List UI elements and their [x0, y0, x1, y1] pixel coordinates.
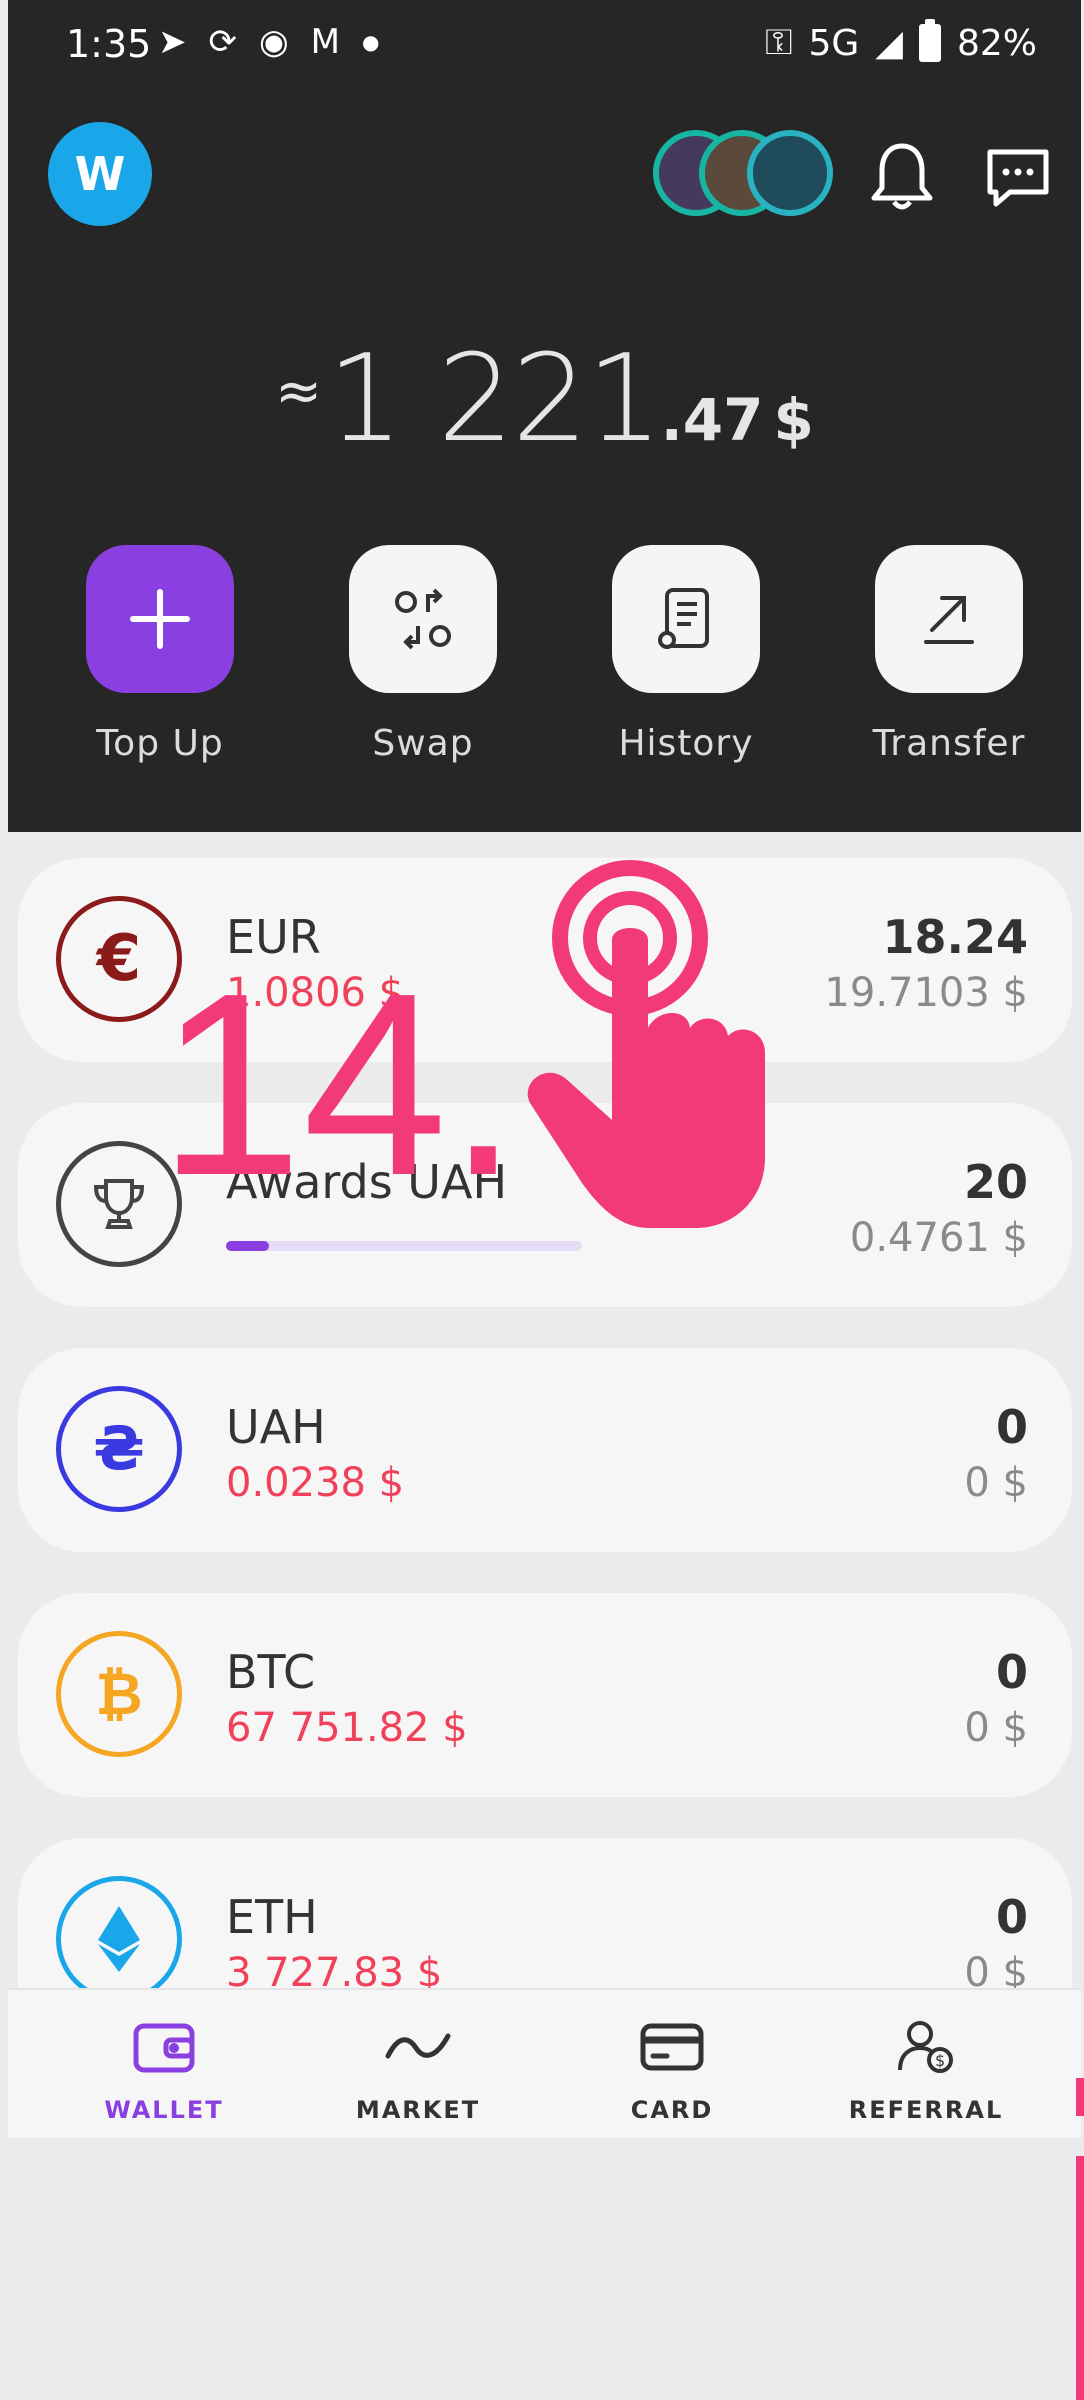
- hryvnia-icon: ₴: [56, 1386, 182, 1512]
- asset-usd-value: 0 $: [964, 1460, 1028, 1506]
- asset-row-btc[interactable]: ₿ BTC 67 751.82 $ 0 0 $: [18, 1593, 1072, 1797]
- balance-currency: $: [773, 386, 814, 454]
- wallet-icon: [133, 2023, 195, 2073]
- swap-label: Swap: [372, 723, 474, 764]
- nav-label: WALLET: [104, 2096, 224, 2124]
- vpn-key-icon: ⚿: [765, 22, 793, 63]
- asset-name: BTC: [226, 1645, 316, 1699]
- dot-icon: ●: [362, 30, 380, 54]
- overlay-edge-mark: [1076, 2078, 1084, 2116]
- plus-icon: [86, 545, 234, 693]
- top-up-label: Top Up: [96, 723, 224, 764]
- asset-row-eth[interactable]: ETH 3 727.83 $ 0 0 $: [18, 1838, 1072, 1988]
- history-icon: [612, 545, 760, 693]
- asset-price: 67 751.82 $: [226, 1705, 468, 1751]
- battery-icon: [918, 19, 941, 62]
- asset-row-uah[interactable]: ₴ UAH 0.0238 $ 0 0 $: [18, 1348, 1072, 1552]
- bitcoin-icon: ₿: [56, 1631, 182, 1757]
- nav-label: REFERRAL: [848, 2096, 1004, 2124]
- nav-label: CARD: [630, 2096, 714, 2124]
- asset-usd-value: 0 $: [964, 1950, 1028, 1988]
- asset-price: 0.0238 $: [226, 1460, 405, 1506]
- battery-level: 82%: [956, 22, 1037, 64]
- balance-integer: 1 221: [327, 330, 663, 469]
- transfer-button[interactable]: Transfer: [859, 545, 1039, 764]
- balance-approx: ≈: [275, 359, 323, 424]
- svg-text:$: $: [935, 2051, 945, 2070]
- awards-progress-bar: [226, 1241, 582, 1251]
- asset-amount: 20: [963, 1155, 1028, 1209]
- telegram-icon: ➤: [158, 22, 187, 62]
- bell-icon[interactable]: [870, 140, 934, 212]
- tutorial-step-number: 14.: [158, 940, 520, 1230]
- nav-market[interactable]: MARKET: [318, 2018, 518, 2124]
- asset-amount: 18.24: [882, 910, 1028, 964]
- asset-name: ETH: [226, 1890, 318, 1944]
- overlay-edge-mark: [1076, 2156, 1084, 2400]
- asset-usd-value: 0 $: [964, 1705, 1028, 1751]
- total-balance: ≈ 1 221.47 $: [8, 330, 1081, 469]
- tap-hand-icon: [527, 860, 765, 1228]
- sync-icon: ⟳: [208, 22, 238, 62]
- header-section: 1:35 ➤ ⟳ ◉ M ● ⚿ 5G ◢ 82% W ≈ 1 221.47$: [8, 0, 1081, 832]
- story-avatars[interactable]: [653, 130, 833, 220]
- status-time: 1:35: [66, 22, 152, 66]
- record-icon: ◉: [259, 22, 289, 62]
- card-icon: [640, 2023, 704, 2071]
- swap-button[interactable]: Swap: [333, 545, 513, 764]
- asset-price: 3 727.83 $: [226, 1950, 443, 1988]
- gmail-icon: M: [310, 22, 341, 62]
- network-type: 5G: [808, 22, 860, 64]
- status-bar: 1:35 ➤ ⟳ ◉ M ● ⚿ 5G ◢ 82%: [8, 0, 1081, 100]
- quick-actions: Top Up Swap History Transfer: [8, 545, 1081, 775]
- balance-decimal: .47: [660, 386, 764, 454]
- referral-icon: $: [898, 2021, 953, 2073]
- history-button[interactable]: History: [596, 545, 776, 764]
- history-label: History: [618, 723, 754, 764]
- awards-progress-fill: [226, 1241, 269, 1251]
- status-right: ⚿ 5G ◢ 82%: [765, 19, 1037, 64]
- transfer-icon: [875, 545, 1023, 693]
- asset-usd-value: 19.7103 $: [824, 970, 1028, 1016]
- market-icon: [385, 2033, 451, 2059]
- swap-icon: [349, 545, 497, 693]
- nav-card[interactable]: CARD: [572, 2018, 772, 2124]
- nav-wallet[interactable]: WALLET: [64, 2018, 264, 2124]
- story-thumbnail[interactable]: [747, 130, 833, 216]
- bottom-nav: WALLET MARKET CARD $ REFERRAL: [8, 1988, 1081, 2138]
- signal-icon: ◢: [875, 22, 903, 64]
- chat-icon[interactable]: [984, 146, 1052, 208]
- notification-icons: ➤ ⟳ ◉ M ●: [158, 22, 379, 62]
- top-up-button[interactable]: Top Up: [70, 545, 250, 764]
- asset-amount: 0: [995, 1890, 1028, 1944]
- nav-label: MARKET: [355, 2096, 481, 2124]
- nav-referral[interactable]: $ REFERRAL: [826, 2018, 1026, 2124]
- asset-amount: 0: [995, 1645, 1028, 1699]
- asset-name: UAH: [226, 1400, 326, 1454]
- transfer-label: Transfer: [872, 723, 1026, 764]
- ethereum-icon: [56, 1876, 182, 1988]
- asset-usd-value: 0.4761 $: [849, 1215, 1028, 1261]
- avatar[interactable]: W: [48, 122, 152, 226]
- asset-amount: 0: [995, 1400, 1028, 1454]
